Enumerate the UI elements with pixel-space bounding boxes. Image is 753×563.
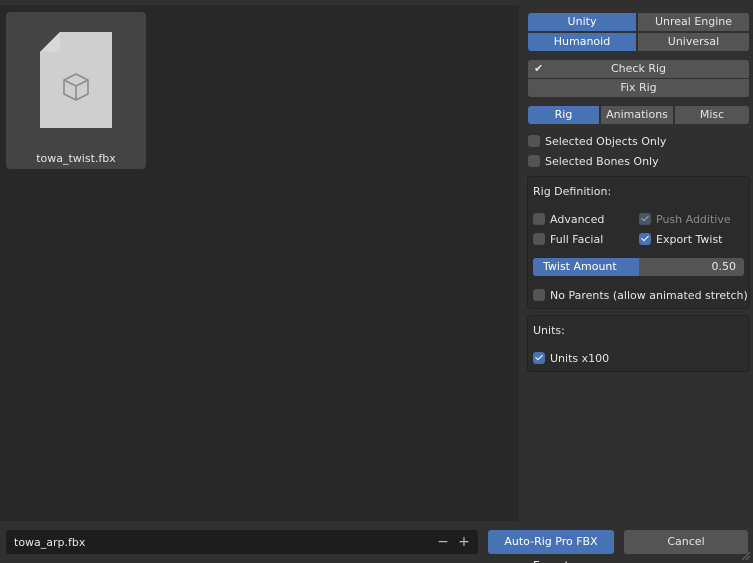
rig-definition-box: Rig Definition: Advanced Push Additive F… (527, 176, 750, 309)
bottom-bar: − + Auto-Rig Pro FBX Export Cancel (0, 521, 753, 563)
export-twist-checkbox[interactable]: Export Twist (639, 230, 723, 248)
engine-unreal-button[interactable]: Unreal Engine (638, 13, 749, 31)
rig-humanoid-button[interactable]: Humanoid (528, 33, 636, 51)
rig-universal-button[interactable]: Universal (638, 33, 749, 51)
push-additive-checkbox[interactable]: Push Additive (639, 210, 731, 228)
tab-misc[interactable]: Misc (675, 106, 749, 124)
units-x100-checkbox[interactable]: Units x100 (533, 349, 609, 367)
checkbox-box (639, 233, 651, 245)
full-facial-label: Full Facial (550, 232, 604, 246)
full-facial-checkbox[interactable]: Full Facial (533, 230, 603, 248)
file-name-label: towa_twist.fbx (36, 152, 116, 165)
selected-objects-only-checkbox[interactable]: Selected Objects Only (528, 132, 666, 150)
checkmark-icon: ✔ (534, 62, 544, 75)
check-rig-button[interactable]: ✔ Check Rig (528, 60, 749, 78)
no-parents-checkbox[interactable]: No Parents (allow animated stretch) (533, 286, 748, 304)
checkbox-box (528, 135, 540, 147)
checkbox-box (533, 233, 545, 245)
advanced-checkbox[interactable]: Advanced (533, 210, 604, 228)
file-item[interactable]: towa_twist.fbx (6, 12, 146, 169)
selected-bones-only-label: Selected Bones Only (545, 154, 659, 168)
twist-amount-value: 0.50 (711, 260, 737, 273)
units-box: Units: Units x100 (527, 315, 750, 372)
units-x100-label: Units x100 (550, 351, 610, 365)
checkbox-box (533, 352, 545, 364)
push-additive-label: Push Additive (656, 212, 731, 226)
selected-bones-only-checkbox[interactable]: Selected Bones Only (528, 152, 659, 170)
selected-objects-only-label: Selected Objects Only (545, 134, 667, 148)
advanced-label: Advanced (550, 212, 605, 226)
checkbox-box (639, 213, 651, 225)
twist-amount-label: Twist Amount (543, 260, 617, 273)
filename-input[interactable] (6, 530, 426, 554)
fix-rig-button[interactable]: Fix Rig (528, 79, 749, 97)
checkbox-box (528, 155, 540, 167)
filename-field: − + (6, 530, 478, 554)
tab-rig[interactable]: Rig (528, 106, 599, 124)
export-options-panel: Unity Unreal Engine Humanoid Universal ✔… (519, 5, 753, 521)
rig-definition-title: Rig Definition: (533, 185, 612, 198)
cancel-button[interactable]: Cancel (624, 530, 748, 554)
check-rig-label: Check Rig (610, 62, 667, 75)
file-cube-icon (40, 32, 112, 128)
resize-grip-icon[interactable] (739, 549, 751, 561)
export-button[interactable]: Auto-Rig Pro FBX Export (488, 530, 614, 563)
twist-amount-slider[interactable]: Twist Amount 0.50 (533, 258, 744, 276)
checkbox-box (533, 213, 545, 225)
export-twist-label: Export Twist (656, 232, 723, 246)
increment-button[interactable]: + (455, 530, 473, 554)
decrement-button[interactable]: − (434, 530, 452, 554)
engine-unity-button[interactable]: Unity (528, 13, 636, 31)
units-title: Units: (533, 324, 565, 337)
tab-animations[interactable]: Animations (601, 106, 673, 124)
no-parents-label: No Parents (allow animated stretch) (550, 288, 748, 302)
checkbox-box (533, 289, 545, 301)
file-browser: towa_twist.fbx (0, 5, 519, 521)
